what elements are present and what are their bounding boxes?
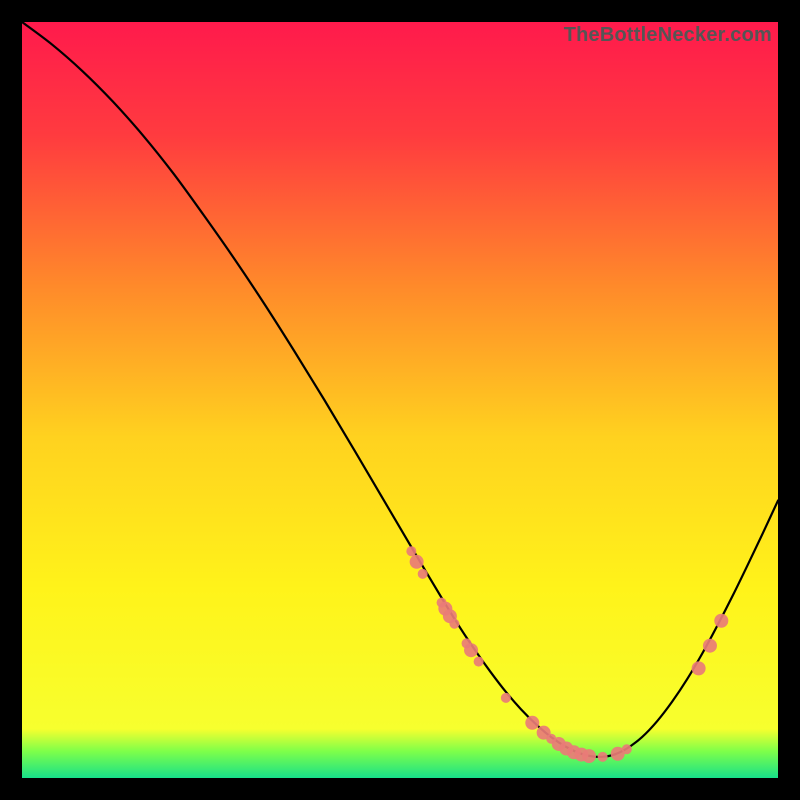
bottleneck-curve — [22, 22, 778, 757]
data-marker — [449, 619, 459, 629]
data-marker — [692, 661, 706, 675]
data-marker — [410, 555, 424, 569]
data-marker — [622, 744, 632, 754]
marker-group — [406, 546, 728, 763]
data-marker — [501, 693, 511, 703]
data-marker — [703, 639, 717, 653]
data-marker — [406, 546, 416, 556]
data-marker — [418, 569, 428, 579]
chart-frame: TheBottleNecker.com — [0, 0, 800, 800]
data-marker — [582, 749, 596, 763]
data-marker — [474, 657, 484, 667]
plot-area: TheBottleNecker.com — [22, 22, 778, 778]
data-marker — [598, 752, 608, 762]
chart-svg — [22, 22, 778, 778]
data-marker — [714, 614, 728, 628]
data-marker — [525, 716, 539, 730]
data-marker — [464, 643, 478, 657]
